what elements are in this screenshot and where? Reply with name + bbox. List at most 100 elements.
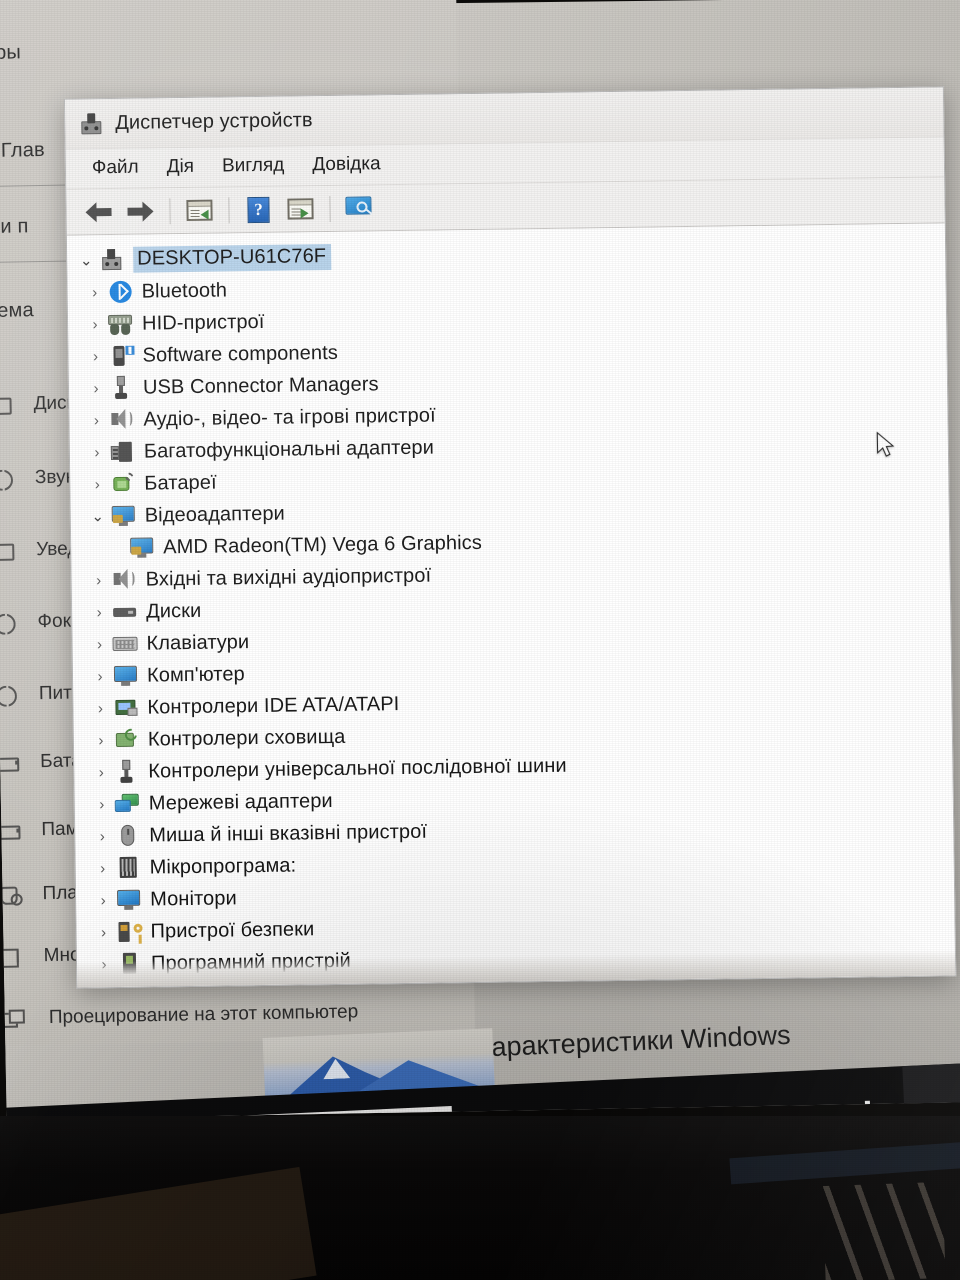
- firmware-icon: [116, 856, 142, 880]
- sidebar-item-focus[interactable]: Фоку: [0, 610, 81, 634]
- taskbar-item-edge[interactable]: [533, 1080, 612, 1120]
- tree-node-label: Bluetooth: [141, 278, 228, 303]
- tree-node-label: Відеоадаптери: [144, 502, 286, 527]
- sidebar-item-projecting[interactable]: Проецирование на этот компьютер: [1, 1001, 359, 1030]
- taskbar-item-device-manager[interactable]: [902, 1062, 960, 1120]
- chevron-down-icon[interactable]: ⌄: [73, 251, 99, 269]
- chevron-right-icon[interactable]: ›: [83, 412, 109, 429]
- sidebar-item-notifications[interactable]: Увед: [0, 538, 79, 562]
- scan-hardware-button[interactable]: [339, 190, 379, 227]
- scan-hardware-icon: [345, 196, 373, 219]
- chevron-right-icon[interactable]: ›: [84, 444, 110, 461]
- chevron-right-icon[interactable]: ›: [84, 476, 110, 493]
- sidebar-item-power[interactable]: Пита: [0, 682, 83, 706]
- display-icon: [0, 395, 12, 415]
- display-adapter-icon: [111, 504, 137, 528]
- properties-button[interactable]: [179, 192, 219, 229]
- keyboard-icon: [112, 632, 138, 656]
- chevron-right-icon[interactable]: ›: [86, 604, 112, 621]
- tree-node-label: HID-пристрої: [141, 310, 265, 335]
- mouse-cursor: [876, 431, 895, 457]
- help-button[interactable]: ?: [238, 191, 278, 228]
- chevron-right-icon[interactable]: ›: [90, 860, 116, 877]
- help-icon: ?: [247, 196, 270, 223]
- chevron-right-icon[interactable]: ›: [86, 636, 112, 653]
- tree-node-label: Software components: [142, 341, 339, 367]
- menu-view[interactable]: Вигляд: [210, 150, 301, 182]
- tree-node-label: USB Connector Managers: [142, 372, 379, 399]
- tablet-icon: [0, 885, 21, 905]
- menu-action[interactable]: Дія: [154, 152, 210, 184]
- taskbar-item-file-explorer[interactable]: [607, 1076, 686, 1120]
- battery-icon: [110, 471, 136, 496]
- sound-icon: [0, 469, 13, 489]
- taskbar-item-task-view[interactable]: [459, 1083, 538, 1120]
- chevron-right-icon[interactable]: ›: [86, 572, 112, 589]
- storage-controller-icon: [114, 726, 140, 752]
- chevron-right-icon[interactable]: ›: [87, 668, 113, 685]
- sidebar-item-display[interactable]: Дисп: [0, 392, 77, 416]
- tree-node-label: Аудіо-, відео- та ігрові пристрої: [143, 404, 436, 431]
- settings-home-link[interactable]: Глав: [1, 139, 45, 163]
- focus-icon: [0, 613, 16, 633]
- monitor-icon: [116, 888, 142, 912]
- device-manager-icon: [79, 112, 103, 136]
- laptop-screen: метры Глав айти п стема Дисп Звук Увед Ф…: [0, 0, 960, 1120]
- forward-button[interactable]: [120, 193, 160, 230]
- menu-help[interactable]: Довідка: [300, 149, 397, 181]
- tree-node-label: Диски: [145, 599, 202, 623]
- chevron-right-icon[interactable]: ›: [90, 924, 116, 941]
- power-icon: [0, 685, 17, 705]
- tree-node-label: DESKTOP-U61C76F: [133, 243, 332, 273]
- chevron-right-icon[interactable]: ›: [90, 892, 116, 909]
- device-tree[interactable]: ⌄ DESKTOP-U61C76F › Bluetooth › HID-прис…: [66, 223, 956, 988]
- display-adapter-icon: [129, 535, 155, 559]
- chevron-right-icon[interactable]: ›: [89, 796, 115, 813]
- tree-node-label: Монітори: [149, 886, 237, 911]
- tree-node-label: Багатофункціональні адаптери: [143, 436, 435, 463]
- projecting-icon: [1, 1008, 23, 1028]
- chevron-right-icon[interactable]: ›: [82, 316, 108, 333]
- chevron-right-icon[interactable]: ›: [87, 700, 113, 717]
- chevron-right-icon[interactable]: ›: [82, 284, 108, 301]
- chevron-down-icon[interactable]: ⌄: [85, 507, 111, 525]
- sidebar-item-label: Проецирование на этот компьютер: [48, 1001, 359, 1029]
- toolbar-separator-1: [169, 197, 171, 224]
- chevron-right-icon[interactable]: ›: [82, 348, 108, 365]
- update-driver-icon: [287, 198, 314, 220]
- monitor-icon: [113, 664, 139, 688]
- chevron-right-icon[interactable]: ›: [88, 764, 114, 781]
- tree-node-label: Миша й інші вказівні пристрої: [149, 820, 428, 847]
- battery-icon: [0, 753, 18, 773]
- toolbar-separator-2: [228, 196, 230, 223]
- disk-drive-icon: [112, 600, 138, 624]
- chevron-right-icon[interactable]: ›: [89, 828, 115, 845]
- back-arrow-icon: [85, 201, 112, 222]
- window-title: Диспетчер устройств: [115, 109, 313, 134]
- update-driver-button[interactable]: [280, 191, 320, 228]
- settings-search-box[interactable]: айти п: [0, 215, 29, 239]
- speaker-icon: [109, 408, 135, 432]
- tree-node-label: Батареї: [144, 471, 217, 495]
- mouse-icon: [115, 824, 141, 848]
- chevron-right-icon[interactable]: ›: [88, 732, 114, 749]
- notifications-icon: [0, 541, 14, 561]
- taskbar-item-microsoft-store[interactable]: [681, 1073, 760, 1120]
- tree-node-label: Пристрої безпеки: [150, 917, 315, 943]
- menu-file[interactable]: Файл: [80, 152, 155, 184]
- computer-icon: [99, 248, 125, 272]
- device-manager-window[interactable]: Диспетчер устройств Файл Дія Вигляд Дові…: [63, 86, 957, 989]
- tree-node-label: Контролери універсальної послідовної шин…: [148, 754, 567, 783]
- tree-node-label: Мережеві адаптери: [148, 789, 333, 815]
- forward-arrow-icon: [127, 200, 154, 222]
- chevron-right-icon[interactable]: ›: [83, 380, 109, 397]
- taskbar-item-mail[interactable]: [754, 1070, 833, 1120]
- sidebar-item-multitasking[interactable]: Мно: [0, 944, 81, 967]
- properties-icon: [186, 199, 213, 221]
- tree-node-label: AMD Radeon(TM) Vega 6 Graphics: [163, 531, 483, 558]
- taskbar-item-settings[interactable]: [828, 1066, 907, 1120]
- back-button[interactable]: [78, 193, 118, 230]
- sidebar-item-sound[interactable]: Звук: [0, 466, 74, 490]
- tree-node-label: Контролери сховища: [147, 725, 346, 751]
- toolbar-separator-3: [329, 195, 331, 222]
